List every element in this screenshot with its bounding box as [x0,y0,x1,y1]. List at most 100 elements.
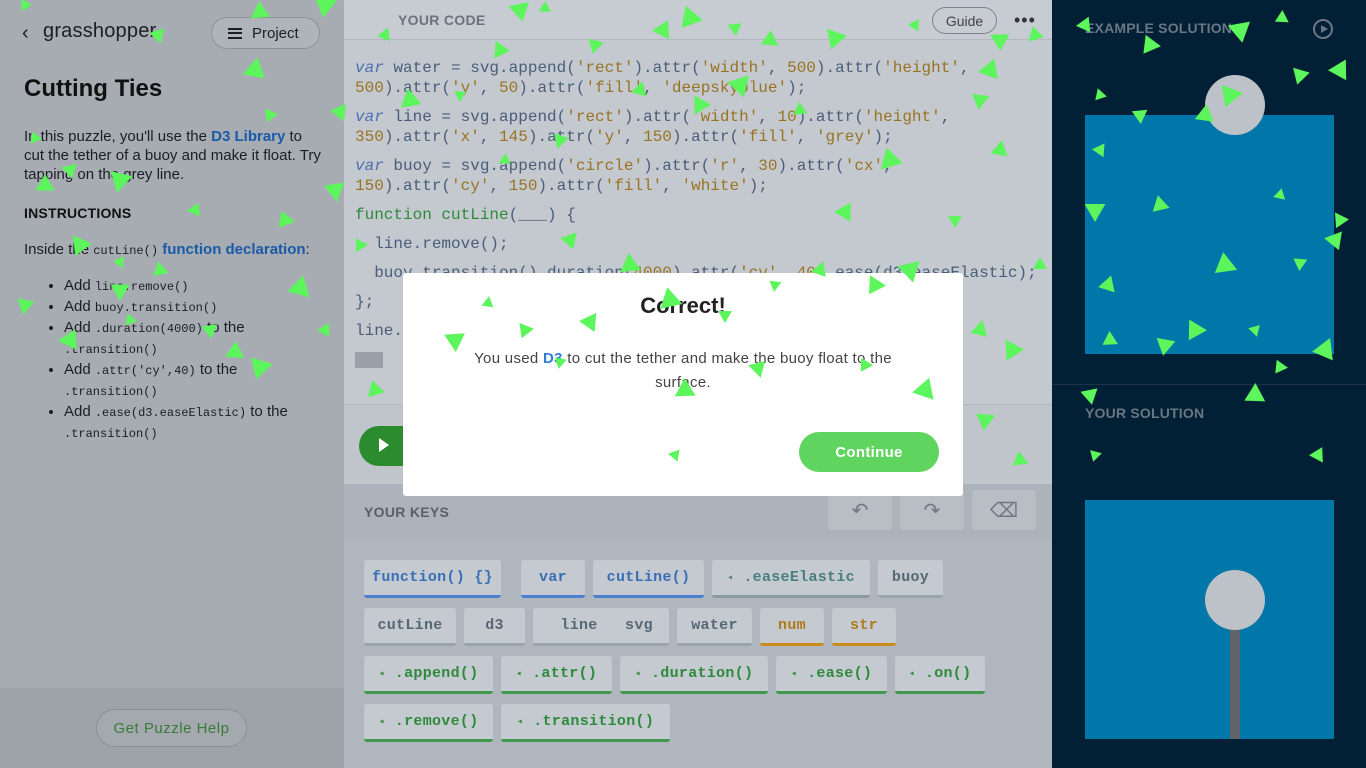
correct-modal: Correct! You used D3 to cut the tether a… [403,273,963,496]
code-key[interactable]: ◂ .ease() [776,656,887,694]
step-text: Add [64,403,95,420]
undo-button[interactable]: ↶ [828,490,892,530]
code-key[interactable]: num [760,608,824,646]
back-chevron-icon[interactable]: ‹ [22,23,36,43]
step-code: .transition() [64,427,158,441]
code-line: var water = svg.append('rect').attr('wid… [355,59,970,97]
backspace-button[interactable]: ⌫ [972,490,1036,530]
code-key-label: .duration() [651,665,754,682]
play-circle-icon[interactable] [1313,19,1333,39]
more-options-icon[interactable]: ••• [1014,10,1036,31]
code-key[interactable]: ◂ .append() [364,656,493,694]
code-key[interactable]: ◂ .on() [895,656,985,694]
guide-button[interactable]: Guide [932,7,997,34]
code-key[interactable]: svg [609,608,669,646]
code-key[interactable]: str [832,608,896,646]
chevron-left-icon: ◂ [727,572,734,584]
code-key[interactable]: water [677,608,752,646]
puzzle-intro: In this puzzle, you'll use the D3 Librar… [24,127,324,184]
code-key-label: buoy [891,569,930,586]
code-key-label: line [560,617,598,634]
d3-library-link[interactable]: D3 Library [211,128,285,145]
your-solution-heading: YOUR SOLUTION [1085,405,1205,421]
step-code: .ease(d3.easeElastic) [94,406,247,420]
code-key[interactable]: var [521,560,585,598]
chevron-left-icon: ◂ [378,668,385,680]
code-key-label: .remove() [394,713,479,730]
code-line: var line = svg.append('rect').attr('widt… [355,108,951,146]
your-buoy [1205,570,1265,630]
redo-button[interactable]: ↷ [900,490,964,530]
chevron-left-icon: ◂ [515,668,523,680]
code-key[interactable]: function() {} [364,560,501,598]
code-key[interactable]: cutLine() [593,560,704,598]
modal-text-2: to cut the tether and make the buoy floa… [562,350,892,391]
code-line: line.remove(); [355,235,509,253]
lead-text: Inside the [24,241,94,258]
code-key-label: function() {} [372,569,493,586]
left-panel: ‹ grasshopper Project Cutting Ties In th… [0,0,344,768]
instructions-lead: Inside the cutLine() function declaratio… [24,241,310,258]
code-key-label: var [539,569,567,586]
step-code: .transition() [64,385,158,399]
code-key[interactable]: ◂ .easeElastic [712,560,870,598]
project-button[interactable]: Project [211,17,320,49]
code-key[interactable]: ◂ .transition() [501,704,670,742]
lead-code: cutLine() [93,244,159,258]
play-icon [379,438,389,452]
code-key-label: .transition() [533,713,655,730]
step-code: buoy.transition() [94,301,218,315]
modal-title: Correct! [640,293,726,318]
get-puzzle-help-button[interactable]: Get Puzzle Help [96,709,247,747]
code-key-label: water [691,617,738,634]
code-key[interactable]: ◂ .duration() [620,656,768,694]
step-text: Add [64,298,95,315]
lead-colon: : [305,241,310,258]
step-code: .duration(4000) [94,322,203,336]
chevron-left-icon: ◂ [378,716,385,728]
your-water [1085,500,1334,739]
continue-button[interactable]: Continue [799,432,939,472]
cursor-blank[interactable] [355,351,383,368]
divider [1052,384,1366,385]
puzzle-title: Cutting Ties [24,75,163,102]
chevron-left-icon: ◂ [908,668,915,680]
your-keys-heading: YOUR KEYS [364,504,450,520]
function-declaration-link[interactable]: function declaration [162,241,305,258]
code-key[interactable]: buoy [878,560,943,598]
step-text: to the [195,361,238,378]
code-key[interactable]: d3 [464,608,525,646]
solution-panel: EXAMPLE SOLUTION YOUR SOLUTION [1052,0,1366,768]
step-text: Add [64,361,95,378]
intro-text: In this puzzle, you'll use the [24,128,212,145]
code-key-label: cutLine [377,617,443,634]
d3-link[interactable]: D3 [543,350,563,367]
instructions-heading: INSTRUCTIONS [24,205,132,221]
example-buoy [1205,75,1265,135]
backspace-icon: ⌫ [989,499,1019,522]
instruction-step: Add buoy.transition() [64,297,316,318]
code-key-label: .attr() [532,665,598,682]
code-key[interactable]: ◂ .remove() [364,704,493,742]
chevron-left-icon: ◂ [790,668,798,680]
code-key-label: svg [625,617,653,634]
code-key[interactable]: cutLine [364,608,456,646]
instruction-step: Add .ease(d3.easeElastic) to the .transi… [64,402,316,444]
code-key-label: cutLine() [606,569,691,586]
instruction-step: Add .attr('cy',40) to the .transition() [64,360,316,402]
example-solution-heading: EXAMPLE SOLUTION [1085,20,1233,36]
instruction-step: Add .duration(4000) to the .transition() [64,318,316,360]
your-code-heading: YOUR CODE [398,12,486,28]
keys-area: function() {} var cutLine() ◂ .easeElastic bu… [344,538,1052,768]
step-text: Add [64,277,95,294]
step-text: to the [246,403,288,420]
code-key-label: .ease() [807,665,873,682]
code-key-label: .easeElastic [743,569,855,586]
grasshopper-logo[interactable]: grasshopper [43,20,156,43]
list-icon [228,27,242,39]
code-key-label: d3 [485,617,504,634]
code-key-label: .on() [924,665,972,682]
code-key[interactable]: ◂ .attr() [501,656,612,694]
instruction-steps: Add line.remove()Add buoy.transition()Ad… [46,276,316,444]
example-water [1085,115,1334,354]
